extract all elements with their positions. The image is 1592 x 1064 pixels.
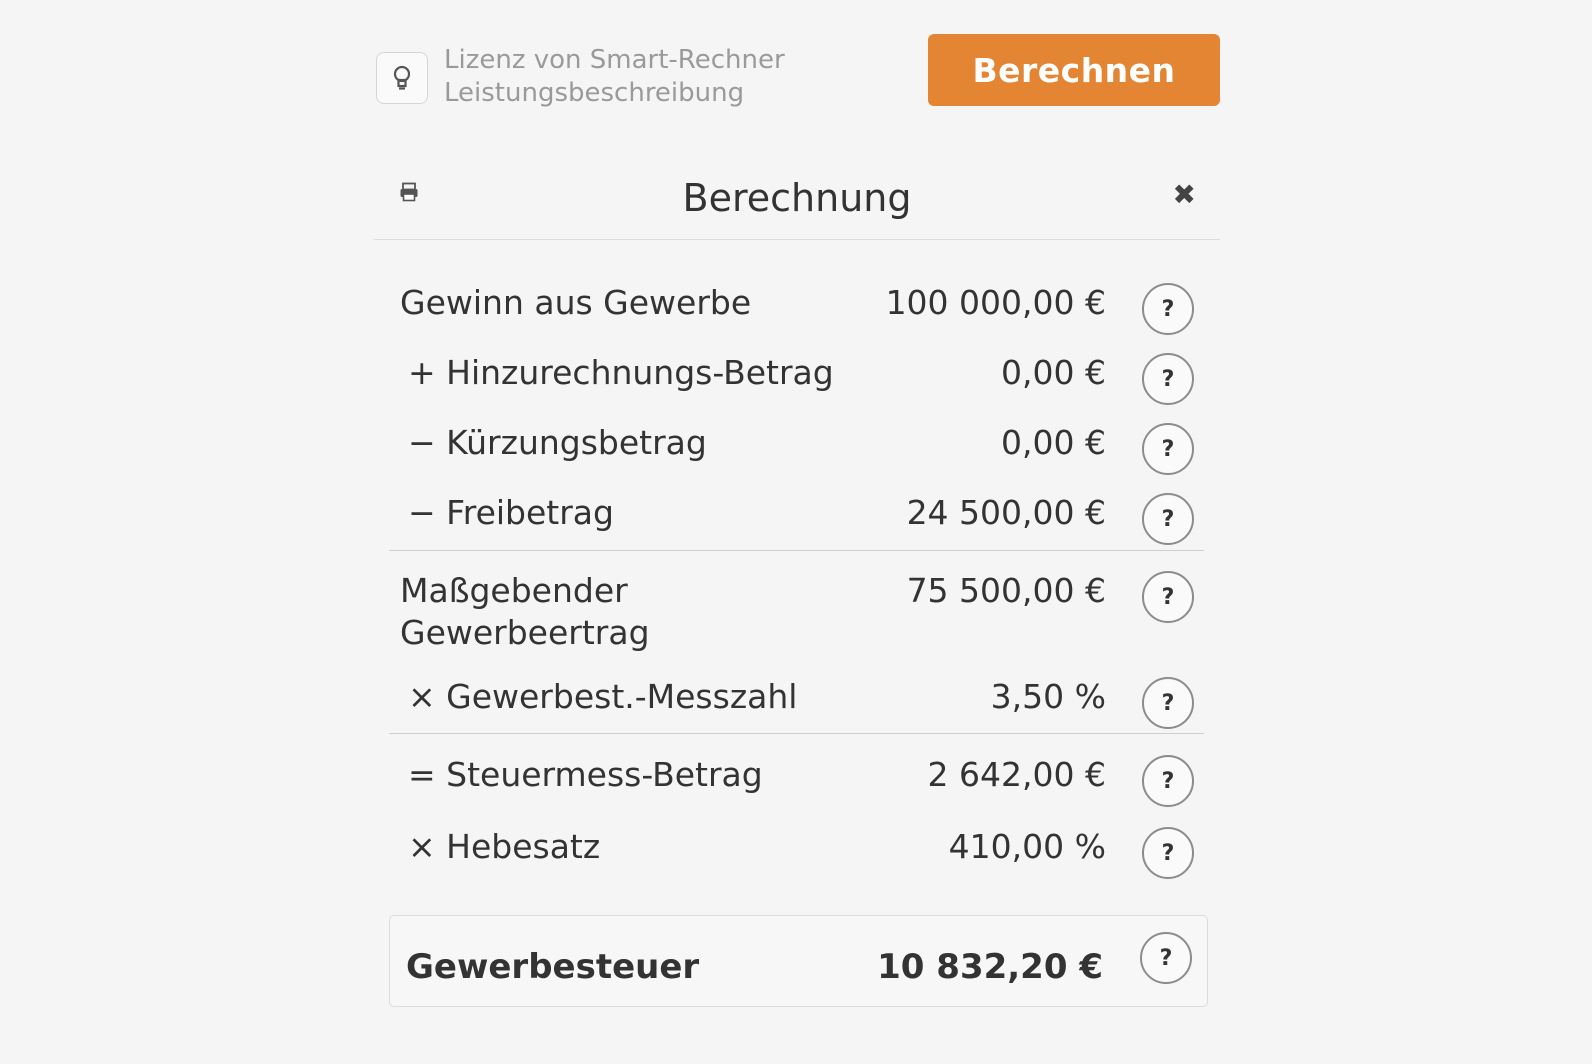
row-label: + Hinzurechnungs-Betrag	[408, 353, 834, 392]
license-line[interactable]: Lizenz von Smart-Rechner	[444, 44, 785, 77]
row-label-line: Maßgebender	[400, 571, 628, 610]
row-label: − Freibetrag	[408, 493, 614, 532]
row-value: 3,50 %	[990, 677, 1106, 716]
top-bar: Lizenz von Smart-Rechner Leistungsbeschr…	[376, 34, 1220, 108]
help-icon[interactable]: ?	[1142, 827, 1194, 879]
row-label: = Steuermess-Betrag	[408, 755, 763, 794]
row-value: 100 000,00 €	[885, 283, 1106, 322]
row-value: 0,00 €	[1001, 353, 1106, 392]
panel-title: Berechnung	[682, 176, 912, 220]
row-value: 24 500,00 €	[906, 493, 1106, 532]
help-icon[interactable]: ?	[1142, 755, 1194, 807]
row-label: − Kürzungsbetrag	[408, 423, 707, 462]
row-value: 75 500,00 €	[906, 571, 1106, 610]
help-icon[interactable]: ?	[1140, 932, 1192, 984]
help-icon[interactable]: ?	[1142, 493, 1194, 545]
divider	[389, 550, 1204, 551]
total-label: Gewerbesteuer	[406, 947, 700, 987]
row-value: 2 642,00 €	[927, 755, 1106, 794]
total-value: 10 832,20 €	[877, 947, 1103, 987]
row-label: Gewinn aus Gewerbe	[400, 283, 752, 322]
help-icon[interactable]: ?	[1142, 423, 1194, 475]
row-label: × Gewerbest.-Messzahl	[408, 677, 798, 716]
help-icon[interactable]: ?	[1142, 571, 1194, 623]
row-label: × Hebesatz	[408, 827, 601, 866]
calculate-button[interactable]: Berechnen	[928, 34, 1220, 106]
license-text[interactable]: Lizenz von Smart-Rechner Leistungsbeschr…	[444, 44, 785, 110]
row-label-line: Gewerbeertrag	[400, 613, 650, 652]
help-icon[interactable]: ?	[1142, 677, 1194, 729]
row-label: Maßgebender Gewerbeertrag	[400, 570, 650, 654]
total-box: Gewerbesteuer 10 832,20 € ?	[389, 915, 1208, 1007]
close-icon[interactable]: ✖	[1173, 178, 1196, 211]
help-icon[interactable]: ?	[1142, 353, 1194, 405]
service-description-link[interactable]: Leistungsbeschreibung	[444, 77, 785, 110]
row-value: 410,00 %	[948, 827, 1106, 866]
divider	[389, 733, 1204, 734]
help-icon[interactable]: ?	[1142, 283, 1194, 335]
row-value: 0,00 €	[1001, 423, 1106, 462]
panel-header: Berechnung ✖	[374, 160, 1220, 240]
lightbulb-icon[interactable]	[376, 52, 428, 104]
